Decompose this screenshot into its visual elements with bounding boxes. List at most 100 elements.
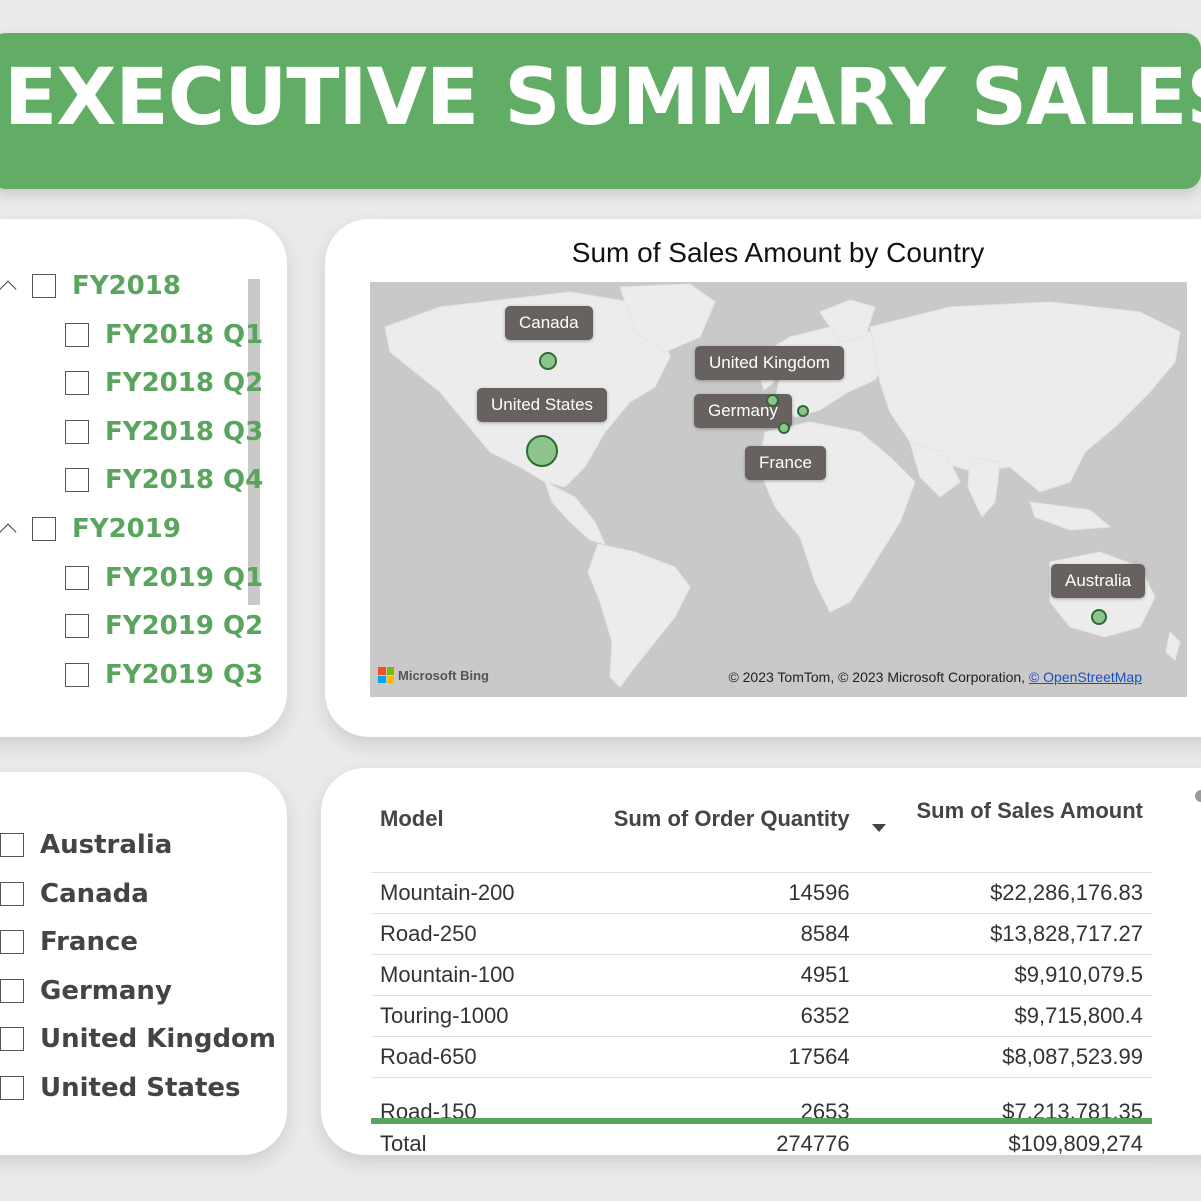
bubble-australia[interactable] (1091, 609, 1107, 625)
checkbox[interactable] (65, 420, 89, 444)
total-amount: $109,809,274 (858, 1118, 1152, 1165)
copyright-text: © 2023 TomTom, © 2023 Microsoft Corporat… (728, 669, 1029, 685)
map-label-france: France (745, 446, 826, 480)
table-row[interactable]: Touring-1000 6352 $9,715,800.4 (371, 995, 1152, 1037)
model-sales-table: Model Sum of Order Quantity Sum of Sales… (371, 790, 1152, 1165)
slicer-item-france[interactable]: France (0, 927, 138, 957)
slicer-group-label: FY2019 (72, 514, 181, 544)
slicer-item-fy2018-q2[interactable]: FY2018 Q2 (65, 368, 263, 398)
table-row-partial[interactable]: Road-150 2653 $7,213,781.35 (371, 1077, 1152, 1122)
slicer-item-canada[interactable]: Canada (0, 879, 149, 909)
cell-amount: $9,715,800.4 (858, 995, 1152, 1037)
slicer-item-label: FY2018 Q2 (105, 368, 264, 398)
slicer-item-fy2018-q1[interactable]: FY2018 Q1 (65, 320, 263, 350)
cell-qty: 17564 (554, 1036, 859, 1078)
checkbox[interactable] (65, 614, 89, 638)
checkbox[interactable] (0, 979, 24, 1003)
slicer-group-label: FY2018 (72, 271, 181, 301)
slicer-item-label: FY2018 Q4 (105, 465, 264, 495)
slicer-item-label: FY2019 Q2 (105, 611, 264, 641)
bing-attribution: Microsoft Bing (378, 667, 489, 683)
slicer-item-fy2018-q3[interactable]: FY2018 Q3 (65, 417, 263, 447)
model-sales-table-card: Model Sum of Order Quantity Sum of Sales… (321, 768, 1201, 1165)
slicer-item-united-states[interactable]: United States (0, 1073, 241, 1103)
bing-label: Microsoft Bing (398, 667, 489, 683)
fiscal-period-slicer: FY2018 FY2018 Q1 FY2018 Q2 FY2018 Q3 FY2… (0, 219, 287, 737)
openstreetmap-link[interactable]: © OpenStreetMap (1029, 669, 1142, 685)
cell-amount: $13,828,717.27 (858, 913, 1152, 955)
checkbox[interactable] (0, 1027, 24, 1051)
slicer-group-fy2019[interactable]: FY2019 (0, 514, 181, 544)
cell-model: Mountain-100 (371, 954, 554, 996)
map-title: Sum of Sales Amount by Country (571, 237, 985, 268)
slicer-item-label: United Kingdom (40, 1024, 277, 1054)
cell-qty: 2653 (554, 1077, 859, 1122)
slicer-item-label: FY2018 Q1 (105, 320, 264, 350)
checkbox[interactable] (32, 517, 56, 541)
bubble-canada[interactable] (539, 352, 557, 370)
checkbox[interactable] (65, 468, 89, 492)
slicer-item-label: Canada (40, 879, 149, 909)
slicer-item-label: Australia (40, 830, 173, 860)
spacer (371, 832, 1152, 873)
world-map[interactable]: Canada United Kingdom United States Germ… (370, 282, 1187, 697)
cell-amount: $9,910,079.5 (858, 954, 1152, 996)
total-qty: 274776 (554, 1118, 859, 1165)
map-label-united-states: United States (477, 388, 608, 422)
slicer-item-germany[interactable]: Germany (0, 976, 172, 1006)
slicer-item-fy2019-q1[interactable]: FY2019 Q1 (65, 563, 263, 593)
sales-by-country-map-card: Sum of Sales Amount by Country Canada Un… (325, 219, 1201, 737)
microsoft-logo-icon (378, 667, 394, 683)
cell-model: Road-250 (371, 913, 554, 955)
column-header-sales-amount[interactable]: Sum of Sales Amount (859, 790, 1152, 832)
checkbox[interactable] (0, 833, 24, 857)
cell-qty: 14596 (554, 872, 859, 914)
country-slicer: Australia Canada France Germany United K… (0, 772, 287, 1155)
checkbox[interactable] (65, 371, 89, 395)
map-copyright: © 2023 TomTom, © 2023 Microsoft Corporat… (728, 669, 1142, 685)
slicer-item-label: FY2019 Q3 (105, 660, 264, 690)
checkbox[interactable] (65, 323, 89, 347)
slicer-item-label: FY2018 Q3 (105, 417, 264, 447)
bubble-france[interactable] (778, 422, 790, 434)
checkbox[interactable] (0, 882, 24, 906)
cell-amount: $8,087,523.99 (858, 1036, 1152, 1078)
checkbox[interactable] (32, 274, 56, 298)
checkbox[interactable] (65, 566, 89, 590)
title-banner: EXECUTIVE SUMMARY SALES (0, 33, 1201, 189)
column-header-label: Sum of Sales Amount (916, 798, 1143, 823)
slicer-item-australia[interactable]: Australia (0, 830, 172, 860)
slicer-item-fy2019-q3[interactable]: FY2019 Q3 (65, 660, 263, 690)
checkbox[interactable] (0, 930, 24, 954)
cell-amount: $22,286,176.83 (858, 872, 1152, 914)
column-header-order-quantity[interactable]: Sum of Order Quantity (554, 790, 859, 832)
table-row[interactable]: Road-650 17564 $8,087,523.99 (371, 1036, 1152, 1078)
map-label-australia: Australia (1051, 564, 1146, 598)
total-label: Total (371, 1118, 554, 1165)
table-row[interactable]: Mountain-100 4951 $9,910,079.5 (371, 954, 1152, 996)
table-row[interactable]: Mountain-200 14596 $22,286,176.83 (371, 872, 1152, 914)
slicer-item-fy2019-q2[interactable]: FY2019 Q2 (65, 611, 263, 641)
slicer-item-label: France (40, 927, 139, 957)
slicer-group-fy2018[interactable]: FY2018 (0, 271, 181, 301)
map-label-united-kingdom: United Kingdom (695, 346, 844, 380)
world-landmass (384, 283, 1181, 688)
checkbox[interactable] (0, 1076, 24, 1100)
collapse-chevron-icon[interactable] (0, 277, 18, 295)
collapse-chevron-icon[interactable] (0, 520, 18, 538)
checkbox[interactable] (65, 663, 89, 687)
slicer-item-fy2018-q4[interactable]: FY2018 Q4 (65, 465, 263, 495)
bubble-germany[interactable] (797, 405, 809, 417)
slicer-item-label: Germany (40, 976, 172, 1006)
map-label-canada: Canada (505, 306, 593, 340)
table-scroll-indicator[interactable] (1195, 790, 1201, 802)
slicer-item-united-kingdom[interactable]: United Kingdom (0, 1024, 276, 1054)
cell-model: Mountain-200 (371, 872, 554, 914)
column-header-model[interactable]: Model (371, 790, 554, 832)
slicer-item-label: United States (40, 1073, 241, 1103)
cell-amount: $7,213,781.35 (858, 1077, 1152, 1122)
sort-descending-icon (871, 824, 886, 832)
bubble-united-states[interactable] (526, 435, 558, 467)
table-row[interactable]: Road-250 8584 $13,828,717.27 (371, 913, 1152, 955)
bubble-united-kingdom[interactable] (766, 394, 779, 407)
